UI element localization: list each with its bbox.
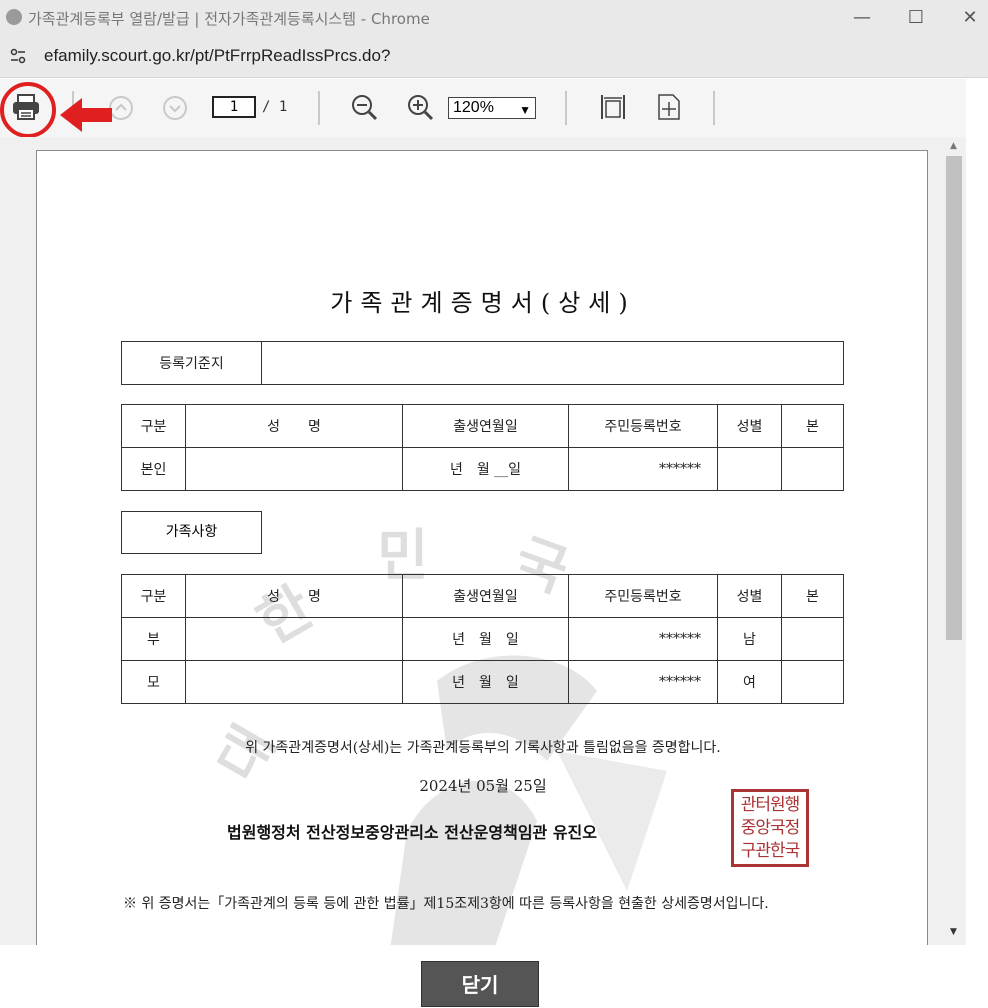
column-header: 구분: [121, 404, 186, 448]
self-table: 구분 성 명 출생연월일 주민등록번호 성별 본 본인 년 월 __일 ****…: [121, 404, 844, 491]
column-header: 성별: [717, 404, 782, 448]
globe-icon: [6, 9, 22, 25]
pdf-toolbar: 1 / 1 120% ▼: [0, 79, 966, 137]
table-header-row: 구분 성 명 출생연월일 주민등록번호 성별 본: [121, 404, 844, 448]
row-birth: 년 월 일: [402, 617, 569, 661]
row-birth: 년 월 __일: [402, 447, 569, 491]
row-name: [185, 660, 403, 704]
window-titlebar: 가족관계등록부 열람/발급 | 전자가족관계등록시스템 - Chrome — ☐…: [0, 0, 988, 36]
window-title: 가족관계등록부 열람/발급 | 전자가족관계등록시스템 - Chrome: [28, 10, 430, 28]
official-seal: 관터원행 중앙국정 구관한국: [731, 789, 809, 867]
page-total: / 1: [262, 99, 288, 115]
row-rrn: ******: [568, 660, 718, 704]
minimize-button[interactable]: —: [842, 4, 882, 32]
annotation-circle: [0, 82, 56, 138]
column-header: 출생연월일: [402, 574, 569, 618]
scroll-down-icon[interactable]: ▼: [950, 927, 957, 937]
row-origin: [781, 617, 844, 661]
row-birth: 년 월 일: [402, 660, 569, 704]
close-window-button[interactable]: ✕: [950, 4, 988, 32]
url-text[interactable]: efamily.scourt.go.kr/pt/PtFrrpReadIssPrc…: [44, 46, 390, 66]
column-header: 성 명: [185, 404, 403, 448]
table-row: 본인 년 월 __일 ******: [121, 447, 844, 491]
red-arrow-icon: [60, 98, 112, 132]
row-origin: [781, 447, 844, 491]
table-row: 부 년 월 일 ****** 남: [121, 617, 844, 661]
registry-table: 등록기준지: [121, 341, 844, 385]
site-settings-icon[interactable]: [10, 48, 26, 64]
document-viewer[interactable]: 민 국 한 대 가족관계증명서(상세) 등록기준지 구분 성 명 출생연월일 주…: [0, 137, 966, 945]
document-title: 가족관계증명서(상세): [330, 289, 636, 317]
zoom-select[interactable]: 120% ▼: [448, 97, 536, 119]
fit-width-icon[interactable]: [600, 93, 626, 121]
column-header: 본: [781, 574, 844, 618]
seal-line: 관터원행: [740, 795, 801, 815]
row-type: 모: [121, 660, 186, 704]
column-header: 성 명: [185, 574, 403, 618]
scrollbar-thumb[interactable]: [946, 156, 962, 640]
page-number-input[interactable]: 1: [212, 96, 256, 118]
close-button[interactable]: 닫기: [421, 961, 539, 1007]
registry-label: 등록기준지: [121, 341, 262, 385]
column-header: 주민등록번호: [568, 404, 718, 448]
fit-page-icon[interactable]: [656, 93, 682, 121]
toolbar-separator: [713, 91, 715, 125]
column-header: 구분: [121, 574, 186, 618]
table-header-row: 구분 성 명 출생연월일 주민등록번호 성별 본: [121, 574, 844, 618]
row-rrn: ******: [568, 617, 718, 661]
footer-bar: 닫기: [0, 945, 988, 1008]
next-page-icon[interactable]: [162, 95, 188, 121]
family-section-label: 가족사항: [121, 511, 262, 554]
row-name: [185, 447, 403, 491]
legal-note: ※ 위 증명서는「가족관계의 등록 등에 관한 법률」제15조제3항에 따른 등…: [123, 896, 769, 912]
column-header: 출생연월일: [402, 404, 569, 448]
row-sex: [717, 447, 782, 491]
zoom-in-icon[interactable]: [406, 93, 434, 121]
zoom-out-icon[interactable]: [350, 93, 378, 121]
column-header: 성별: [717, 574, 782, 618]
maximize-button[interactable]: ☐: [896, 4, 936, 32]
issuer-name: 법원행정처 전산정보중앙관리소 전산운영책임관 유진오: [227, 823, 597, 842]
column-header: 본: [781, 404, 844, 448]
registry-value: [261, 341, 844, 385]
chevron-down-icon: ▼: [519, 103, 531, 117]
family-table: 구분 성 명 출생연월일 주민등록번호 성별 본 부 년 월 일 ****** …: [121, 574, 844, 704]
address-bar[interactable]: efamily.scourt.go.kr/pt/PtFrrpReadIssPrc…: [0, 36, 988, 78]
seal-line: 중앙국정: [740, 818, 801, 838]
row-sex: 여: [717, 660, 782, 704]
zoom-value: 120%: [453, 99, 494, 116]
toolbar-separator: [318, 91, 320, 125]
row-rrn: ******: [568, 447, 718, 491]
column-header: 주민등록번호: [568, 574, 718, 618]
table-row: 모 년 월 일 ****** 여: [121, 660, 844, 704]
certification-text: 위 가족관계증명서(상세)는 가족관계등록부의 기록사항과 틀림없음을 증명합니…: [245, 740, 721, 756]
scroll-up-icon[interactable]: ▲: [950, 141, 957, 151]
seal-line: 구관한국: [740, 841, 801, 861]
document-page: 민 국 한 대 가족관계증명서(상세) 등록기준지 구분 성 명 출생연월일 주…: [36, 150, 928, 945]
row-name: [185, 617, 403, 661]
row-type: 본인: [121, 447, 186, 491]
toolbar-separator: [565, 91, 567, 125]
row-origin: [781, 660, 844, 704]
row-type: 부: [121, 617, 186, 661]
row-sex: 남: [717, 617, 782, 661]
